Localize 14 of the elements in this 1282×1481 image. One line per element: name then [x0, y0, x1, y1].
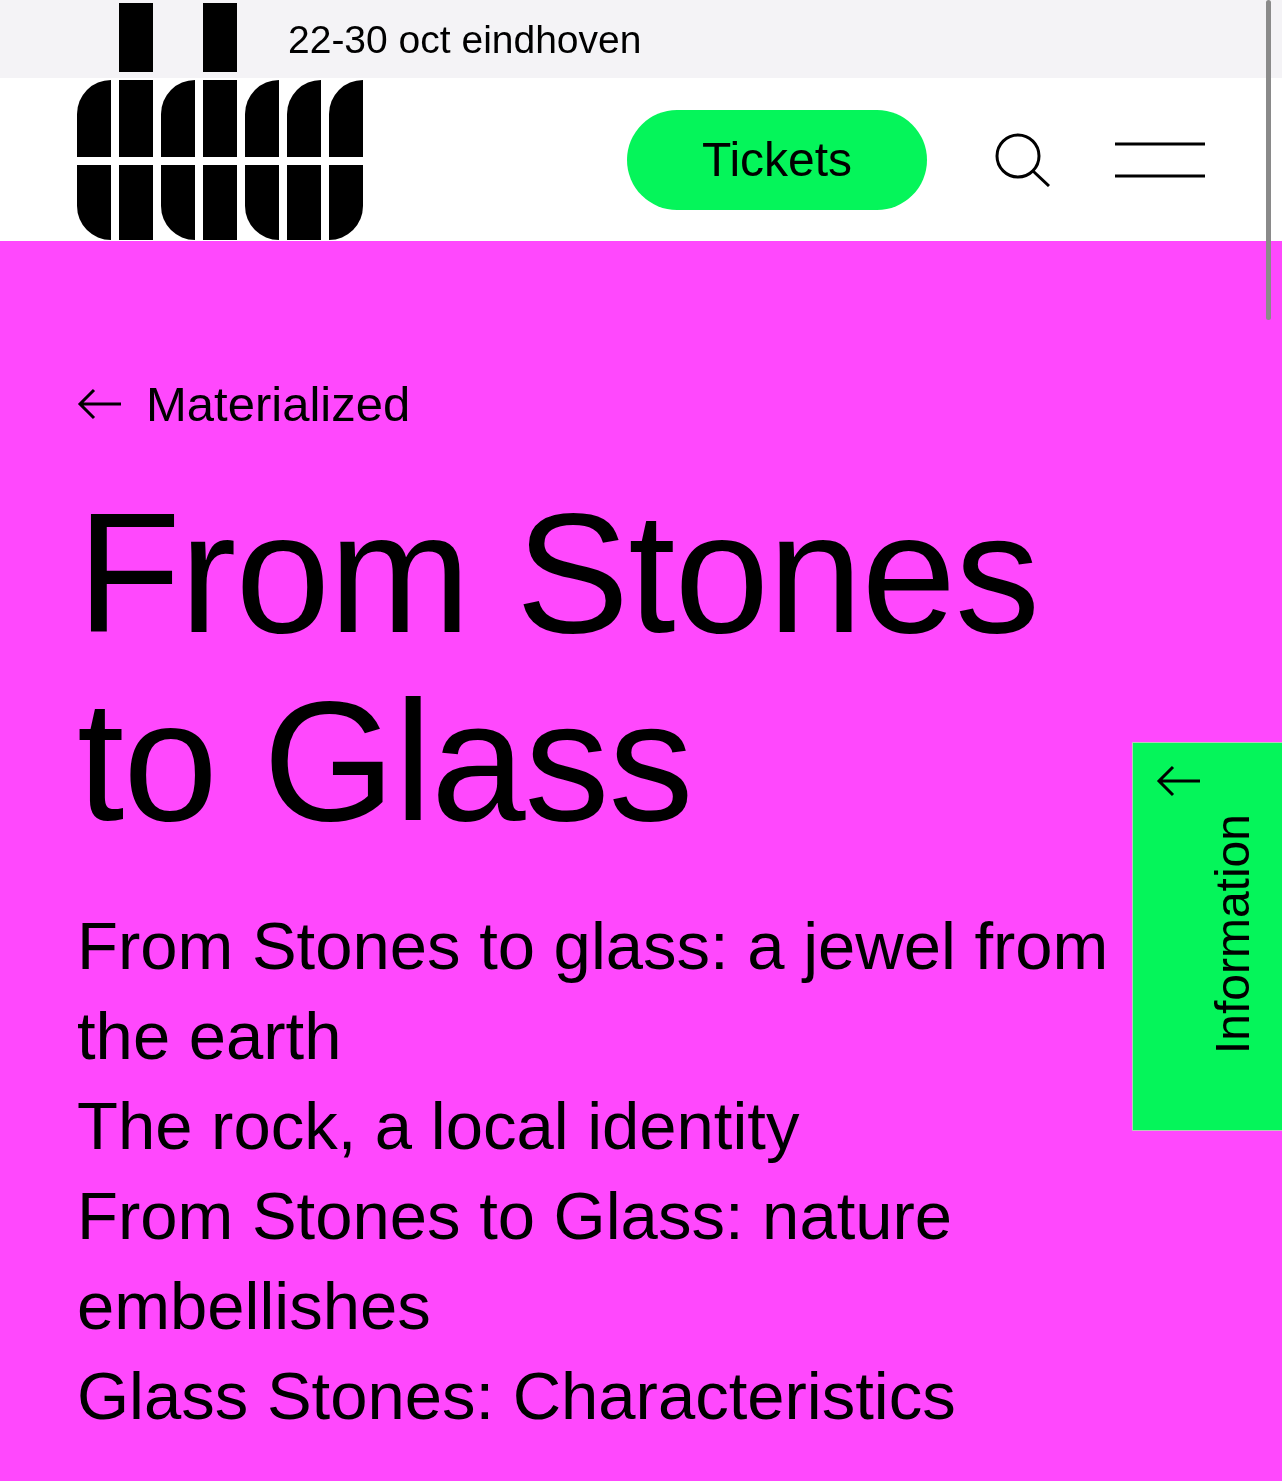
menu-icon[interactable]	[1115, 141, 1205, 178]
arrow-left-icon	[77, 388, 121, 420]
scrollbar-thumb[interactable]	[1266, 0, 1271, 320]
section-link[interactable]: From Stones to glass: a jewel from the earth	[77, 901, 1127, 1081]
section-link[interactable]: The rock, a local identity	[77, 1081, 800, 1171]
arrow-left-icon	[1156, 765, 1200, 797]
tickets-button[interactable]: Tickets	[627, 109, 927, 210]
section-link[interactable]: From Stones to Glass: nature embellishes	[77, 1171, 1127, 1351]
page-title: From Stones to Glass	[77, 479, 1041, 855]
section-link[interactable]: Glass Stones: Characteristics	[77, 1351, 956, 1441]
event-dates: 22-30 oct eindhoven	[288, 19, 642, 59]
search-icon[interactable]	[994, 132, 1050, 187]
information-tab[interactable]: Information	[1132, 742, 1282, 1131]
back-link[interactable]: Materialized	[77, 376, 411, 432]
